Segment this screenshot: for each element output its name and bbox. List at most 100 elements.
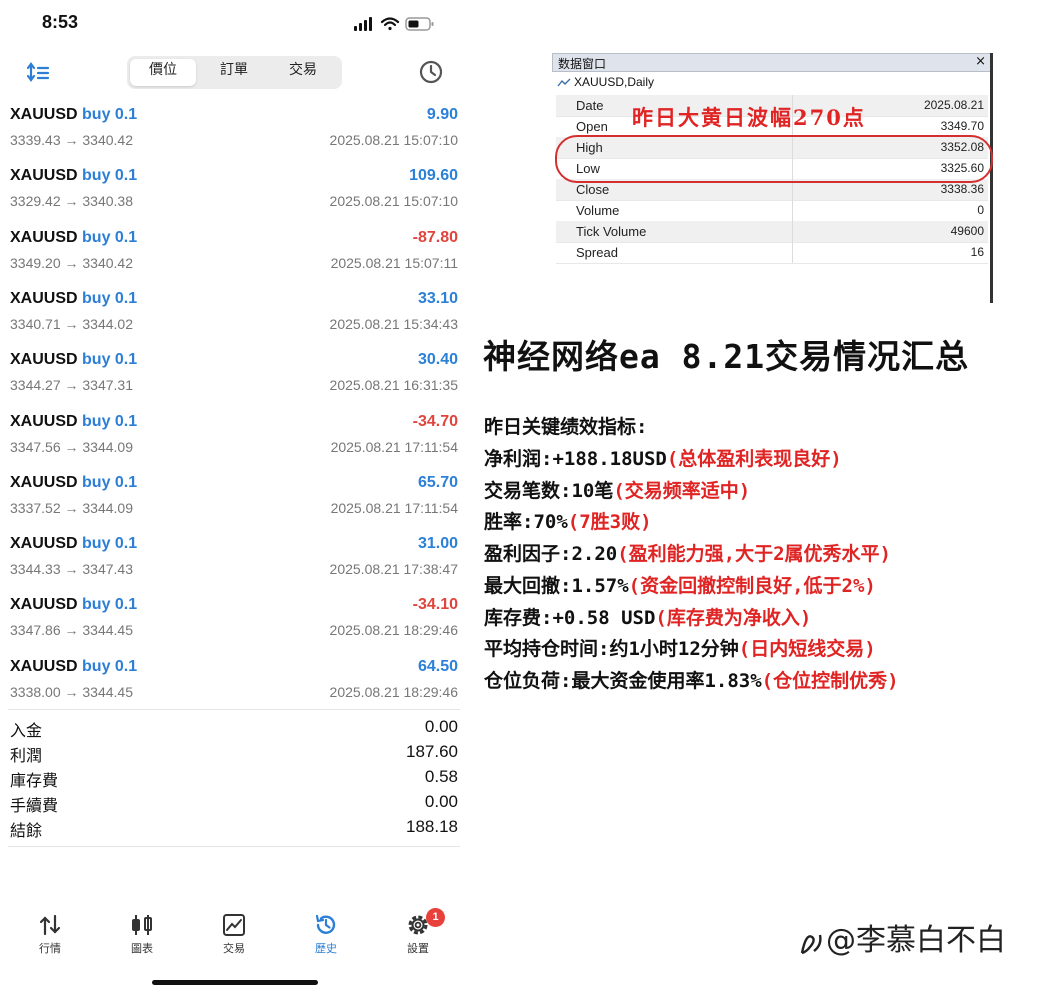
kpi-value: 最大资金使用率1.83% xyxy=(571,669,762,692)
bottom-navbar: 行情 圖表 交易 歷史 設置 1 xyxy=(0,905,468,965)
tab-prices[interactable]: 價位 xyxy=(130,59,196,86)
trade-time: 2025.08.21 15:34:43 xyxy=(329,315,458,332)
status-time: 8:53 xyxy=(42,12,79,32)
summary-label: 結餘 xyxy=(10,821,43,840)
data-key: Volume xyxy=(576,203,620,218)
trade-prices: 3347.56 → 3344.09 xyxy=(10,438,133,455)
trade-side: buy 0.1 xyxy=(82,535,138,553)
trade-prices: 3338.00 → 3344.45 xyxy=(10,683,133,700)
trade-symbol: XAUUSD buy 0.1 xyxy=(10,596,137,614)
trade-row[interactable]: XAUUSD buy 0.1 30.40 3344.27 → 3347.31 2025… xyxy=(0,349,468,410)
column-separator xyxy=(792,242,793,263)
symbol-text: XAUUSD xyxy=(10,106,78,123)
trade-time: 2025.08.21 17:38:47 xyxy=(329,561,458,578)
trade-row[interactable]: XAUUSD buy 0.1 64.50 3338.00 → 3344.45 2025… xyxy=(0,656,468,717)
kpi-line: 平均持仓时间:约1小时12分钟(日内短线交易) xyxy=(484,634,876,661)
summary-bottom-divider xyxy=(8,846,460,847)
trade-symbol: XAUUSD buy 0.1 xyxy=(10,167,137,185)
trade-row[interactable]: XAUUSD buy 0.1 31.00 3344.33 → 3347.43 2025… xyxy=(0,533,468,594)
trade-row[interactable]: XAUUSD buy 0.1 9.90 3339.43 → 3340.42 2025.… xyxy=(0,104,468,165)
clock-icon[interactable] xyxy=(418,59,444,85)
trade-symbol: XAUUSD buy 0.1 xyxy=(10,535,137,553)
kpi-note: (7胜3败) xyxy=(567,511,652,534)
data-value: 49600 xyxy=(950,224,984,238)
data-key: Spread xyxy=(576,245,618,260)
tab-orders[interactable]: 訂單 xyxy=(201,59,267,86)
segmented-control: 價位 訂單 交易 xyxy=(127,56,342,89)
mt-history-screen: 8:53 價位 訂單 交易 XAUUSD buy 0.1 9.90 3339.43 … xyxy=(0,0,468,991)
trade-icon xyxy=(223,914,245,936)
home-indicator[interactable] xyxy=(152,980,318,985)
kpi-label: 最大回撤: xyxy=(484,574,572,597)
kpi-note: (盈利能力强,大于2属优秀水平) xyxy=(617,543,891,566)
nav-settings[interactable]: 設置 1 xyxy=(378,905,458,965)
trade-side: buy 0.1 xyxy=(82,351,138,369)
nav-chart[interactable]: 圖表 xyxy=(102,905,182,965)
kpi-value: +188.18USD xyxy=(552,448,667,470)
trade-prices: 3347.86 → 3344.45 xyxy=(10,622,133,639)
trade-time: 2025.08.21 16:31:35 xyxy=(329,377,458,394)
kpi-value: 70% xyxy=(533,511,568,534)
kpi-value: 1.57% xyxy=(571,574,629,597)
kpi-label: 胜率: xyxy=(484,511,534,534)
trade-row[interactable]: XAUUSD buy 0.1 33.10 3340.71 → 3344.02 2025… xyxy=(0,288,468,349)
summary-label: 利潤 xyxy=(10,746,43,765)
kpi-label: 净利润: xyxy=(484,448,553,470)
symbol-text: XAUUSD xyxy=(10,473,78,491)
trade-profit: 33.10 xyxy=(417,289,458,307)
tab-deals[interactable]: 交易 xyxy=(270,59,336,86)
nav-trade[interactable]: 交易 xyxy=(194,905,274,965)
line-chart-icon xyxy=(557,78,571,87)
symbol-text: XAUUSD xyxy=(10,535,78,553)
battery-icon xyxy=(405,17,434,31)
close-icon[interactable]: × xyxy=(975,54,986,69)
kpi-note: (资金回撤控制良好,低于2%) xyxy=(628,574,876,597)
nav-label: 設置 xyxy=(407,942,429,955)
trade-row[interactable]: XAUUSD buy 0.1 -34.70 3347.56 → 3344.09 202… xyxy=(0,411,468,472)
summary-row: 手續費 0.00 xyxy=(0,792,468,817)
trade-symbol: XAUUSD buy 0.1 xyxy=(10,229,137,247)
summary-value: 187.60 xyxy=(406,742,458,761)
data-value: 0 xyxy=(977,203,984,217)
kpi-line: 仓位负荷:最大资金使用率1.83%(仓位控制优秀) xyxy=(484,666,899,693)
trade-row[interactable]: XAUUSD buy 0.1 -87.80 3349.20 → 3340.42 202… xyxy=(0,227,468,288)
summary-value: 0.58 xyxy=(424,767,458,786)
trade-row[interactable]: XAUUSD buy 0.1 65.70 3337.52 → 3344.09 2025… xyxy=(0,472,468,533)
kpi-label: 平均持仓时间: xyxy=(484,638,610,661)
sort-icon[interactable] xyxy=(26,60,52,86)
summary-row: 入金 0.00 xyxy=(0,717,468,742)
nav-history[interactable]: 歷史 xyxy=(286,905,366,965)
high-low-highlight xyxy=(555,135,993,183)
trade-time: 2025.08.21 17:11:54 xyxy=(330,438,458,455)
trade-time: 2025.08.21 17:11:54 xyxy=(330,499,458,516)
data-key: Date xyxy=(576,98,604,113)
nav-quotes[interactable]: 行情 xyxy=(10,905,90,965)
trade-row[interactable]: XAUUSD buy 0.1 109.60 3329.42 → 3340.38 202… xyxy=(0,165,468,226)
trade-profit: -34.10 xyxy=(412,596,458,614)
kpi-value: 约1小时12分钟 xyxy=(609,638,739,661)
trade-time: 2025.08.21 15:07:10 xyxy=(329,193,458,210)
kpi-line: 交易笔数:10笔(交易频率适中) xyxy=(484,476,750,503)
data-window-title: 数据窗口 xyxy=(558,57,607,71)
data-window-row: Spread 16 xyxy=(556,242,988,264)
watermark: @李慕白不白 xyxy=(796,915,1006,959)
trade-profit: 65.70 xyxy=(417,473,458,491)
summary-row: 結餘 188.18 xyxy=(0,817,468,842)
trade-row[interactable]: XAUUSD buy 0.1 -34.10 3347.86 → 3344.45 202… xyxy=(0,594,468,655)
kpi-value: +0.58 USD xyxy=(552,606,656,629)
kpi-label: 库存费: xyxy=(484,606,553,629)
kpi-heading: 昨日关键绩效指标: xyxy=(484,416,648,438)
trade-time: 2025.08.21 15:07:10 xyxy=(329,132,458,148)
window-border xyxy=(990,53,993,303)
kpi-value: 10笔 xyxy=(571,479,614,502)
summary-value: 188.18 xyxy=(406,817,458,836)
data-window-titlebar: 数据窗口 × xyxy=(552,53,992,72)
symbol-text: XAUUSD xyxy=(10,657,78,675)
history-icon xyxy=(315,914,336,934)
data-window-row: Volume 0 xyxy=(556,200,988,222)
kpi-line: 净利润:+188.18USD(总体盈利表现良好) xyxy=(484,444,842,471)
data-value: 3338.36 xyxy=(940,182,984,196)
kpi-note: (日内短线交易) xyxy=(738,638,876,661)
kpi-line: 胜率:70%(7胜3败) xyxy=(484,507,652,534)
notification-badge: 1 xyxy=(426,908,445,927)
